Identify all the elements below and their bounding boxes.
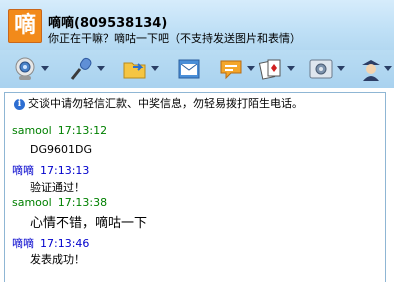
game-button[interactable] — [256, 53, 296, 85]
agent-icon — [362, 60, 380, 81]
message-header: samool 17:13:12 — [12, 124, 107, 137]
contact-name[interactable]: 嘀嘀(809538134) — [48, 12, 167, 31]
agent-button[interactable] — [356, 53, 394, 85]
game-cards-icon — [258, 59, 281, 80]
message-text: DG9601DG — [30, 143, 92, 156]
contact-avatar[interactable]: 嘀 — [8, 9, 42, 43]
video-camera-icon — [15, 57, 35, 80]
message-time: 17:13:46 — [40, 237, 90, 250]
message-time: 17:13:12 — [57, 124, 108, 137]
security-notice: i 交谈中请勿轻信汇款、中奖信息，勿轻易拨打陌生电话。 — [14, 95, 303, 111]
email-button[interactable] — [174, 53, 214, 85]
security-notice-text: 交谈中请勿轻信汇款、中奖信息，勿轻易拨打陌生电话。 — [28, 97, 303, 110]
chat-header: 嘀 嘀嘀(809538134) 你正在干嘛？嘀咕一下吧（不支持发送图片和表情） — [0, 0, 394, 50]
message-sender[interactable]: samool — [12, 196, 52, 209]
send-file-folder-icon — [123, 62, 146, 79]
email-icon — [178, 59, 200, 79]
message-history[interactable]: i 交谈中请勿轻信汇款、中奖信息，勿轻易拨打陌生电话。 samool 17:13:1… — [0, 88, 394, 282]
message-time: 17:13:13 — [40, 164, 90, 177]
voice-call-dropdown-arrow[interactable] — [97, 66, 105, 71]
info-icon: i — [14, 98, 25, 110]
game-dropdown-arrow[interactable] — [287, 66, 295, 71]
contact-signature: 你正在干嘛？嘀咕一下吧（不支持发送图片和表情） — [48, 32, 301, 45]
chat-bubble-dropdown-arrow[interactable] — [247, 66, 255, 71]
settings-dropdown-arrow[interactable] — [337, 66, 345, 71]
settings-icon — [309, 59, 333, 79]
message-sender[interactable]: 嘀嘀 — [12, 237, 34, 250]
message-text: 发表成功！ — [30, 253, 85, 266]
video-call-button[interactable] — [10, 53, 50, 85]
message-header: 嘀嘀 17:13:13 — [12, 162, 89, 178]
message-header: samool 17:13:38 — [12, 196, 107, 209]
chat-bubble-icon — [220, 60, 242, 80]
chat-bubble-button[interactable] — [216, 53, 256, 85]
agent-dropdown-arrow[interactable] — [384, 66, 392, 71]
video-call-dropdown-arrow[interactable] — [41, 66, 49, 71]
settings-button[interactable] — [306, 53, 346, 85]
avatar-glyph: 嘀 — [13, 13, 36, 38]
microphone-icon — [70, 57, 92, 80]
voice-call-button[interactable] — [66, 53, 106, 85]
send-file-dropdown-arrow[interactable] — [151, 66, 159, 71]
message-text: 验证通过！ — [30, 181, 85, 194]
message-sender[interactable]: samool — [12, 124, 52, 137]
message-text: 心情不错，嘀咕一下 — [30, 216, 148, 231]
message-header: 嘀嘀 17:13:46 — [12, 235, 89, 251]
send-file-button[interactable] — [120, 53, 160, 85]
message-sender[interactable]: 嘀嘀 — [12, 164, 34, 177]
message-time: 17:13:38 — [57, 196, 108, 209]
toolbar — [0, 50, 394, 88]
